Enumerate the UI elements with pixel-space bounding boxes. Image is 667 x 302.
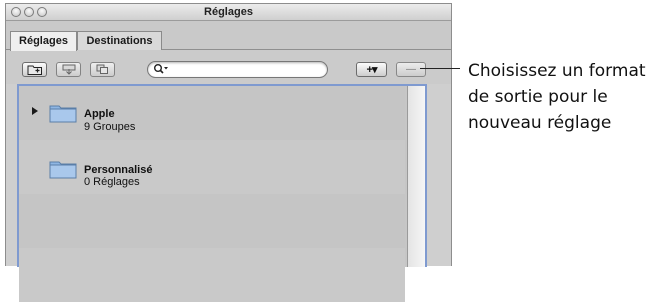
callout-text: Choisissez un format de sortie pour le n…	[468, 61, 646, 133]
duplicate-button[interactable]	[90, 62, 115, 77]
list-item-detail: 0 Réglages	[84, 176, 140, 188]
disclosure-triangle-icon[interactable]	[32, 107, 38, 115]
tab-reglages[interactable]: Réglages	[10, 31, 77, 51]
new-folder-icon	[27, 65, 42, 75]
add-setting-button[interactable]: +▾	[356, 62, 387, 77]
list-item[interactable]: Personnalisé 0 Réglages	[19, 140, 405, 194]
title-bar: Réglages	[6, 4, 451, 21]
list-item-detail: 9 Groupes	[84, 121, 136, 133]
list-empty-row	[19, 248, 405, 302]
tab-destinations[interactable]: Destinations	[77, 31, 162, 50]
callout-line	[420, 68, 460, 69]
list-item-name: Personnalisé	[84, 164, 153, 176]
folder-icon	[49, 161, 77, 179]
settings-window: Réglages Réglages Destinations +▾ — Appl…	[5, 3, 452, 302]
list-item-name: Apple	[84, 108, 115, 120]
new-folder-button[interactable]	[22, 62, 47, 77]
window-title: Réglages	[204, 6, 253, 18]
add-button-label: +▾	[366, 64, 378, 76]
remove-setting-button[interactable]: —	[396, 62, 426, 77]
folder-icon	[49, 105, 77, 123]
list-empty-row	[19, 194, 405, 248]
search-field[interactable]	[147, 61, 328, 78]
toolbar: +▾ —	[6, 50, 451, 84]
export-button[interactable]	[56, 62, 81, 77]
download-icon	[62, 64, 75, 75]
search-icon	[153, 63, 169, 78]
scrollbar[interactable]	[407, 86, 425, 267]
settings-list[interactable]: Apple 9 Groupes Personnalisé 0 Réglages	[17, 84, 427, 302]
duplicate-icon	[96, 64, 108, 74]
remove-button-label: —	[406, 64, 416, 75]
tab-bar: Réglages Destinations	[6, 21, 451, 51]
list-item[interactable]: Apple 9 Groupes	[19, 86, 405, 140]
